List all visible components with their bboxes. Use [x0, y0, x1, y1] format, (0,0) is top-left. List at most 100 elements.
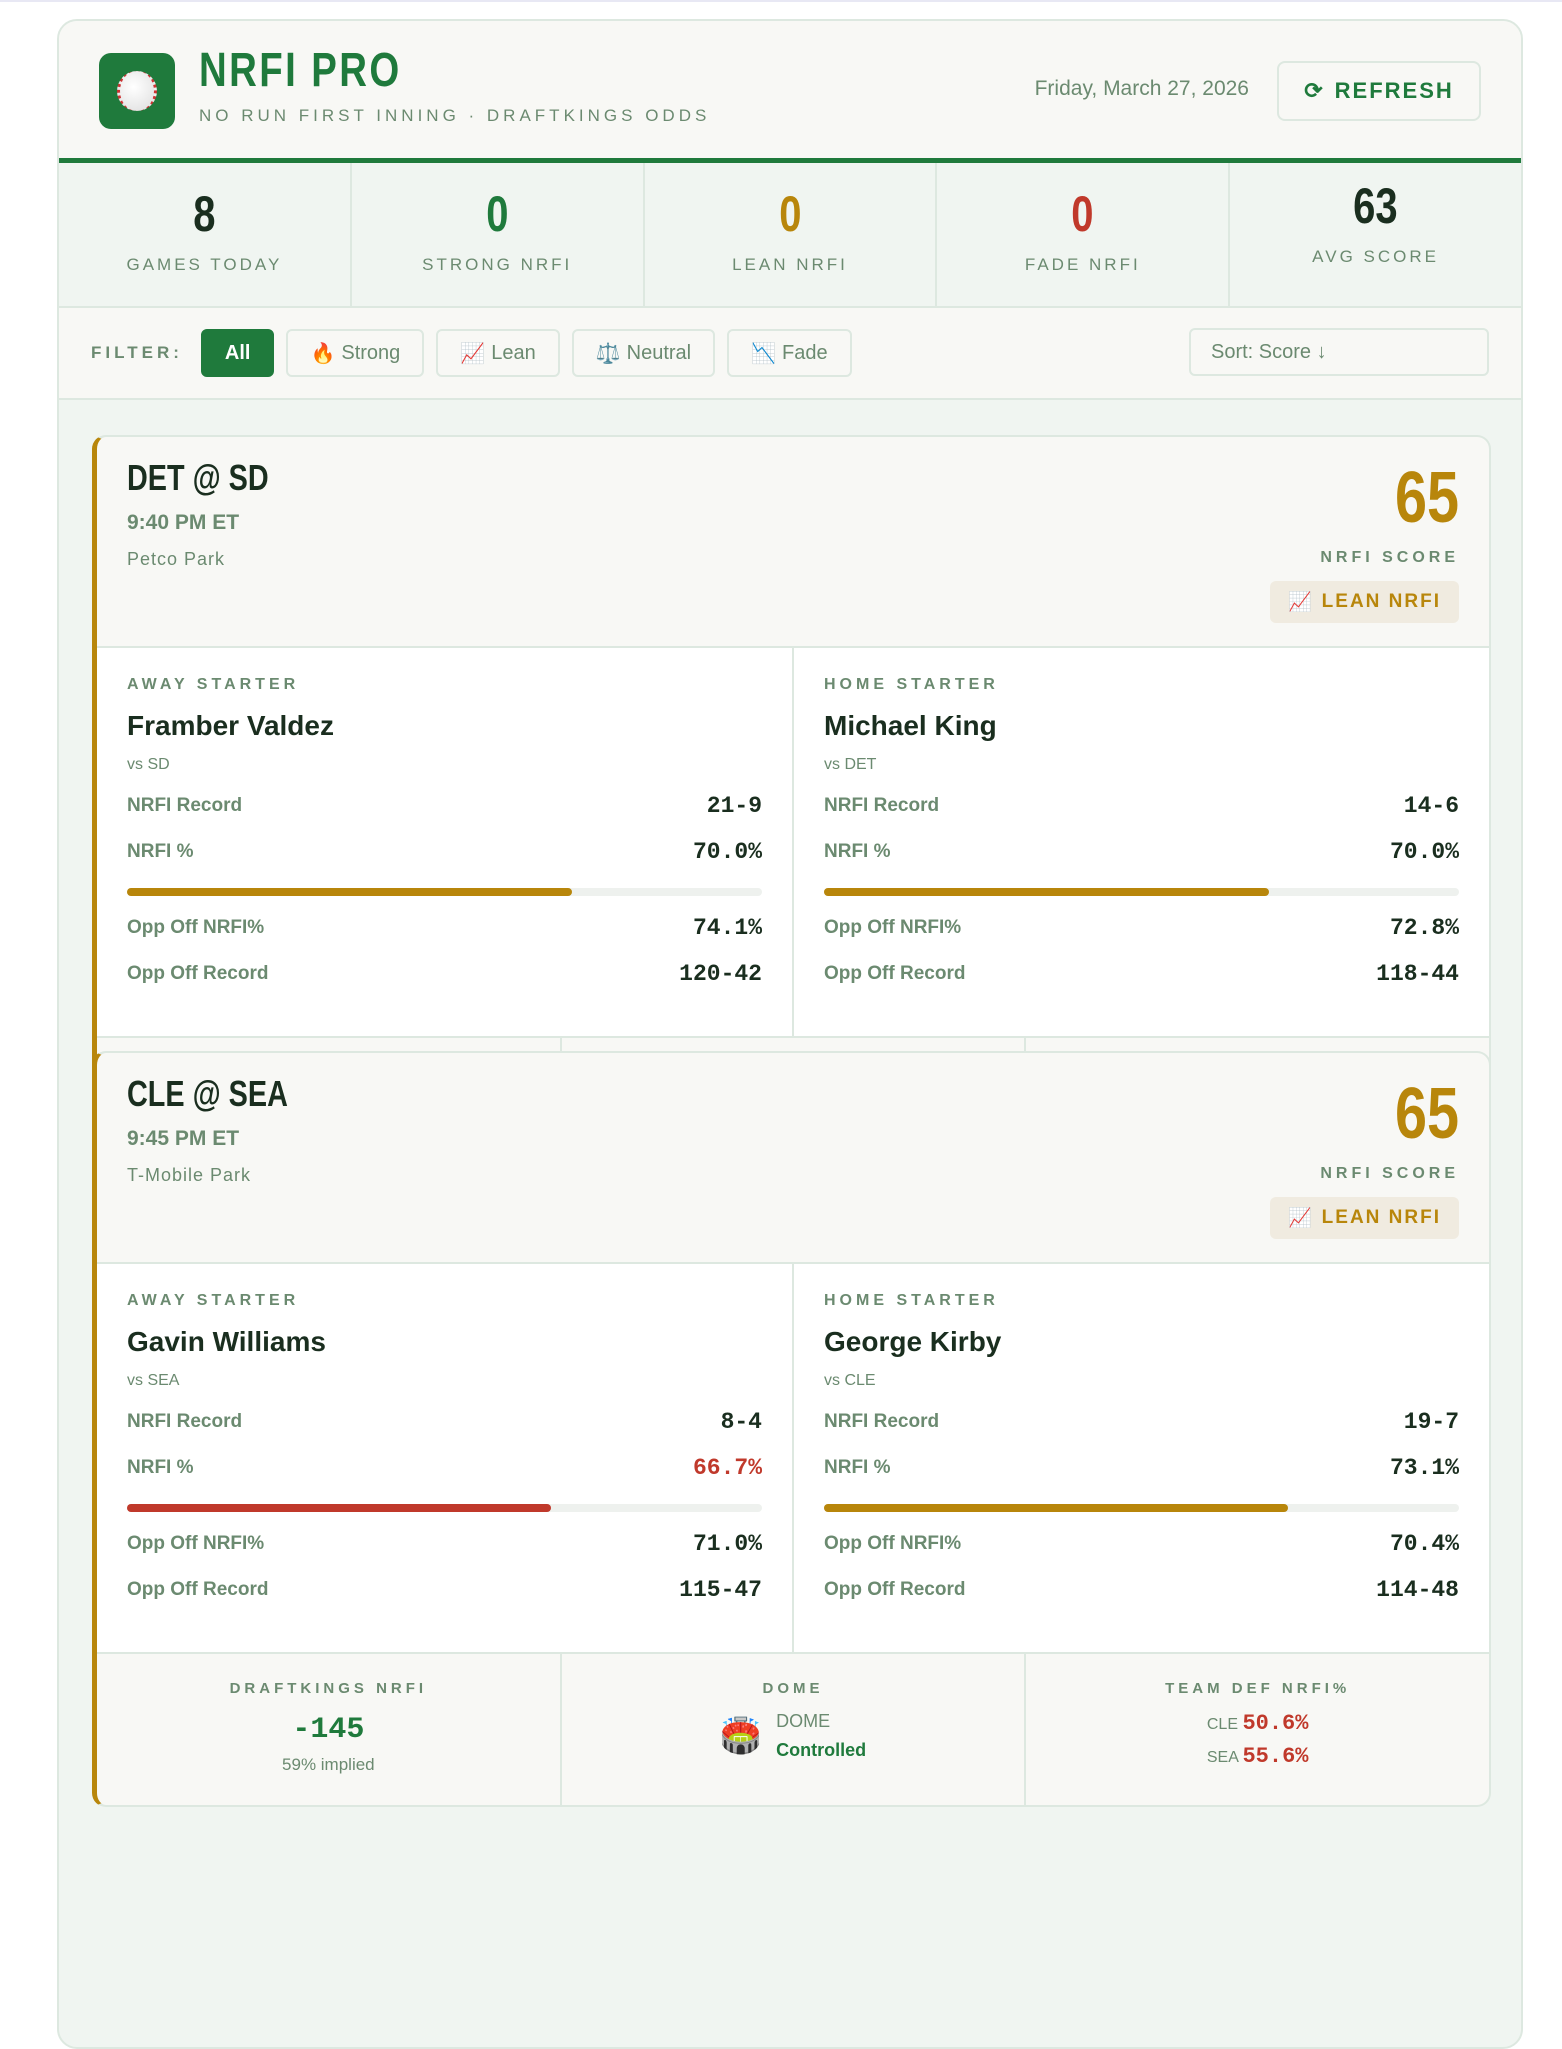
stats-row: 8 GAMES TODAY 0 STRONG NRFI 0 LEAN NRFI 0 FA… [59, 163, 1521, 308]
stat-label: LEAN NRFI [732, 255, 848, 274]
pitcher-name[interactable]: Framber Valdez [127, 710, 762, 742]
stat-strong-nrfi: 0 STRONG NRFI [352, 163, 645, 306]
pitcher-name[interactable]: Gavin Williams [127, 1326, 762, 1358]
stat-value: 0 [778, 186, 802, 242]
nrfi-pct-row: NRFI % 66.7% [127, 1454, 762, 1482]
stat-key: NRFI % [824, 1457, 891, 1478]
stat-value: 71.0% [692, 1531, 762, 1557]
stat-key: Opp Off NRFI% [824, 1533, 962, 1554]
chart-up-icon: 📈 [1288, 1208, 1314, 1229]
nrfi-record-row: NRFI Record 19-7 [824, 1408, 1459, 1436]
home-starter: HOME STARTER George Kirby vs CLE NRFI Re… [794, 1264, 1489, 1652]
stat-games-today: 8 GAMES TODAY [59, 163, 352, 306]
implied-probability: 59% implied [282, 1755, 375, 1774]
pitcher-name[interactable]: George Kirby [824, 1326, 1459, 1358]
app-container: NRFI PRO NO RUN FIRST INNING · DRAFTKING… [57, 19, 1523, 2049]
stat-value: 70.4% [1389, 1531, 1459, 1557]
nrfi-record-row: NRFI Record 14-6 [824, 792, 1459, 820]
stat-value: 19-7 [1403, 1409, 1459, 1435]
app-title: NRFI PRO [199, 44, 402, 97]
game-footer: DRAFTKINGS NRFI -145 59% implied DOME 🏟️… [97, 1654, 1489, 1805]
filter-neutral-button[interactable]: ⚖️ Neutral [571, 329, 716, 377]
recommendation-badge: 📈 LEAN NRFI [1270, 1197, 1459, 1239]
stat-key: NRFI % [127, 1457, 194, 1478]
stat-value: 63 [1353, 178, 1398, 234]
nrfi-pct-bar [824, 888, 1459, 896]
app-subtitle: NO RUN FIRST INNING · DRAFTKINGS ODDS [199, 106, 711, 125]
weather-detail: DOME [776, 1711, 831, 1731]
nrfi-score: 65 [1394, 1074, 1459, 1154]
stat-key: Opp Off Record [127, 1579, 269, 1600]
nrfi-pct-bar-fill [127, 1504, 551, 1512]
pitcher-name[interactable]: Michael King [824, 710, 1459, 742]
team-def-pct: 55.6% [1242, 1744, 1309, 1769]
nrfi-pct-bar [127, 888, 762, 896]
filter-lean-button[interactable]: 📈 Lean [436, 329, 560, 377]
filter-fade-button[interactable]: 📉 Fade [727, 329, 852, 377]
nrfi-pct-row: NRFI % 73.1% [824, 1454, 1459, 1482]
stat-key: Opp Off NRFI% [127, 917, 265, 938]
nrfi-pct-bar-fill [824, 888, 1269, 896]
stat-value: 74.1% [692, 915, 762, 941]
opponent: vs DET [824, 756, 877, 773]
game-header: DET @ SD 9:40 PM ET Petco Park 65 NRFI S… [97, 437, 1489, 648]
stat-key: Opp Off Record [127, 963, 269, 984]
nrfi-score-label: NRFI SCORE [1320, 1165, 1459, 1182]
stat-value: 70.0% [1389, 839, 1459, 865]
matchup: DET @ SD [127, 457, 269, 498]
filter-label-text: Strong [341, 341, 401, 364]
stat-key: NRFI % [824, 841, 891, 862]
stat-key: Opp Off Record [824, 963, 966, 984]
stat-value: 118-44 [1376, 961, 1459, 987]
game-header: CLE @ SEA 9:45 PM ET T-Mobile Park 65 NR… [97, 1053, 1489, 1264]
nrfi-pct-row: NRFI % 70.0% [824, 838, 1459, 866]
stat-key: NRFI Record [824, 1411, 940, 1432]
nrfi-record-row: NRFI Record 21-9 [127, 792, 762, 820]
stat-value: 8-4 [720, 1409, 762, 1435]
home-starter: HOME STARTER Michael King vs DET NRFI Re… [794, 648, 1489, 1036]
nrfi-pct-bar [127, 1504, 762, 1512]
sort-select[interactable]: Sort: Score ↓ [1189, 328, 1489, 376]
filter-label-text: Lean [491, 341, 536, 364]
opp-off-pct-row: Opp Off NRFI% 71.0% [127, 1530, 762, 1558]
stat-value: 21-9 [706, 793, 762, 819]
opponent: vs SD [127, 756, 170, 773]
filter-bar: FILTER: All 🔥 Strong 📈 Lean ⚖️ Neutral 📉 Fad… [59, 308, 1521, 400]
chart-down-icon: 📉 [751, 342, 777, 365]
starter-role: AWAY STARTER [127, 1292, 300, 1309]
stat-key: NRFI Record [127, 795, 243, 816]
venue: Petco Park [127, 549, 226, 569]
opp-off-record-row: Opp Off Record 115-47 [127, 1576, 762, 1604]
opponent: vs SEA [127, 1372, 180, 1389]
stat-value: 115-47 [679, 1577, 762, 1603]
nrfi-score: 65 [1394, 458, 1459, 538]
filter-strong-button[interactable]: 🔥 Strong [286, 329, 425, 377]
filter-label-text: Neutral [626, 341, 692, 364]
venue: T-Mobile Park [127, 1165, 252, 1185]
stat-value: 8 [193, 186, 216, 242]
stat-label: GAMES TODAY [126, 255, 283, 274]
starters: AWAY STARTER Framber Valdez vs SD NRFI R… [97, 648, 1489, 1038]
weather-label: DOME [762, 1680, 824, 1697]
opp-off-record-row: Opp Off Record 114-48 [824, 1576, 1459, 1604]
nrfi-pct-bar-fill [127, 888, 572, 896]
game-card[interactable]: CLE @ SEA 9:45 PM ET T-Mobile Park 65 NR… [92, 1051, 1491, 1807]
game-time: 9:45 PM ET [127, 1127, 240, 1150]
starter-role: HOME STARTER [824, 1292, 999, 1309]
scales-icon: ⚖️ [595, 342, 621, 365]
matchup: CLE @ SEA [127, 1073, 288, 1114]
stat-value: 73.1% [1389, 1455, 1459, 1481]
stat-key: NRFI % [127, 841, 194, 862]
stat-key: Opp Off NRFI% [127, 1533, 265, 1554]
filter-all-button[interactable]: All [200, 329, 275, 377]
badge-label: LEAN NRFI [1321, 591, 1441, 612]
starters: AWAY STARTER Gavin Williams vs SEA NRFI … [97, 1264, 1489, 1654]
refresh-button[interactable]: ⟳ REFRESH [1277, 61, 1481, 121]
team-def-label: TEAM DEF NRFI% [1165, 1680, 1351, 1697]
stat-value: 72.8% [1389, 915, 1459, 941]
stat-value: 0 [486, 186, 509, 242]
baseball-icon [117, 71, 157, 111]
header: NRFI PRO NO RUN FIRST INNING · DRAFTKING… [59, 21, 1521, 163]
fire-icon: 🔥 [310, 342, 336, 365]
opp-off-pct-row: Opp Off NRFI% 74.1% [127, 914, 762, 942]
